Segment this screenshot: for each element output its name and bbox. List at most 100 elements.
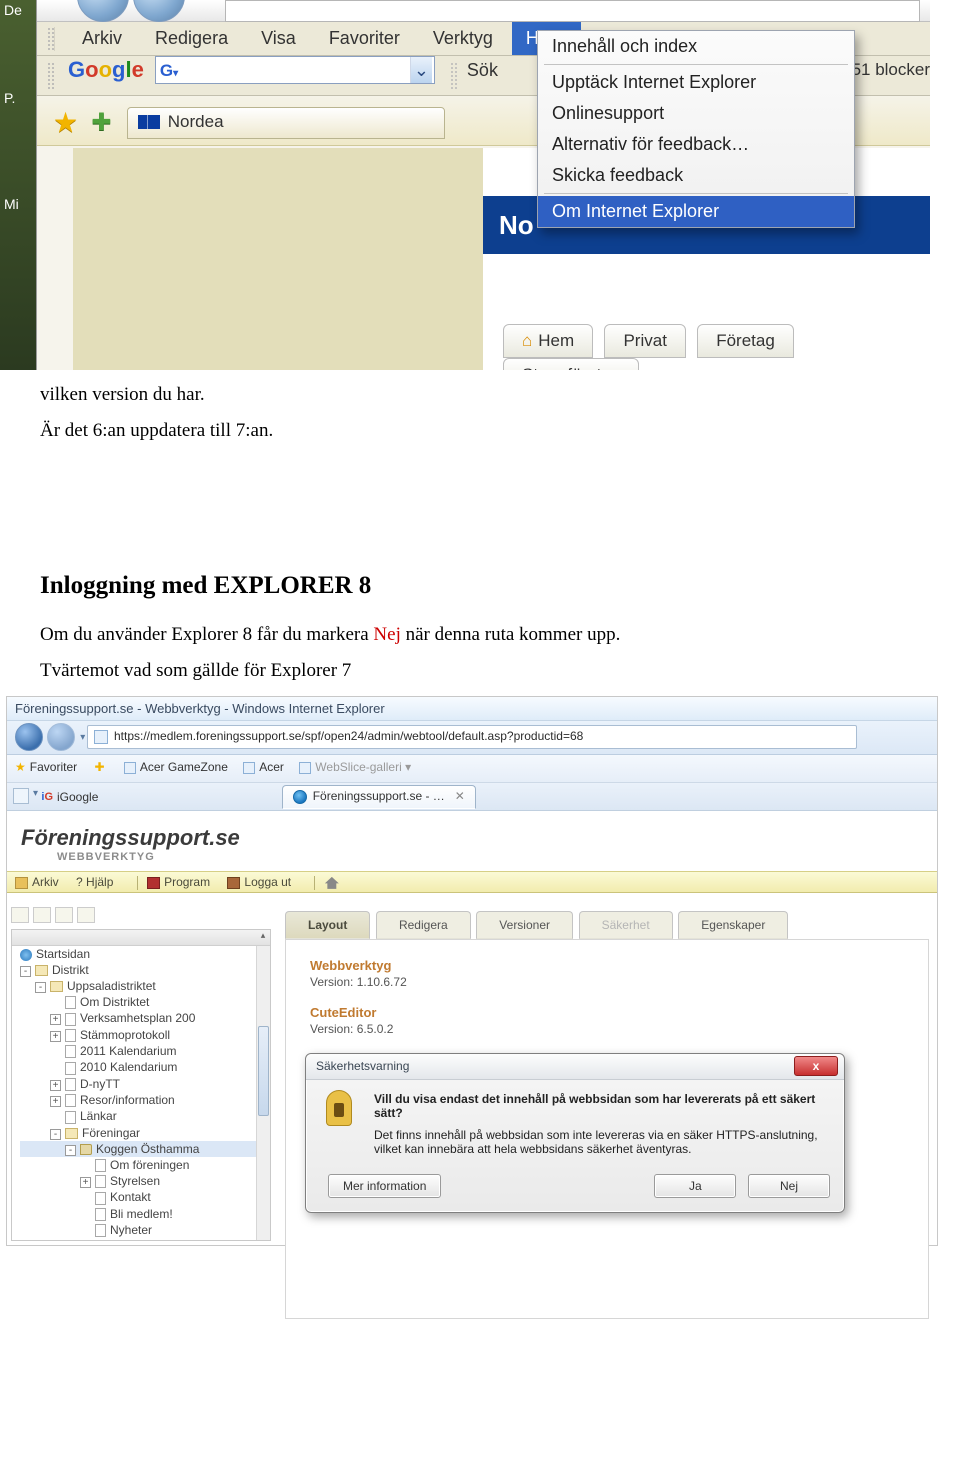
tree-item[interactable]: +D-nyTT: [20, 1076, 270, 1092]
favorites-label[interactable]: Favoriter: [30, 760, 77, 774]
chevron-down-icon[interactable]: ▾: [33, 788, 38, 799]
back-button[interactable]: [77, 0, 129, 22]
tree-item[interactable]: +Resor/information: [20, 1092, 270, 1108]
help-item-contents[interactable]: Innehåll och index: [538, 31, 854, 62]
tree-item[interactable]: +Verksamhetsplan 200: [20, 1010, 270, 1026]
address-bar[interactable]: [225, 0, 920, 22]
quick-tabs-button[interactable]: [13, 788, 29, 804]
tree-item[interactable]: 2011 Kalendarium: [20, 1043, 270, 1059]
help-item-about-ie[interactable]: Om Internet Explorer: [538, 196, 854, 227]
home-icon[interactable]: [325, 877, 339, 889]
site-tab-foretag[interactable]: Företag: [697, 324, 794, 358]
browser-tab[interactable]: Nordea: [127, 107, 445, 139]
tool-btn[interactable]: [33, 907, 51, 923]
expand-icon[interactable]: +: [50, 1096, 61, 1107]
close-tab-icon[interactable]: ✕: [455, 789, 465, 803]
menu-favoriter[interactable]: Favoriter: [315, 22, 414, 55]
body-text: Om du använder Explorer 8 får du markera…: [40, 624, 954, 646]
help-item-send-feedback[interactable]: Skicka feedback: [538, 160, 854, 191]
help-item-discover[interactable]: Upptäck Internet Explorer: [538, 67, 854, 98]
forward-button[interactable]: [133, 0, 185, 22]
tab-sakerhet[interactable]: Säkerhet: [579, 911, 673, 939]
appmenu-arkiv[interactable]: Arkiv: [15, 875, 59, 889]
tree-item[interactable]: Nyheter: [20, 1222, 270, 1238]
no-button[interactable]: Nej: [748, 1174, 830, 1198]
tree-item[interactable]: -Uppsaladistriktet: [20, 978, 270, 994]
tree-item[interactable]: -Distrikt: [20, 962, 270, 978]
tree-item[interactable]: 2010 Kalendarium: [20, 1059, 270, 1075]
active-browser-tab[interactable]: Föreningssupport.se - …✕: [282, 785, 476, 809]
favlink-acer-gamezone[interactable]: Acer GameZone: [140, 760, 228, 774]
tab-igoogle[interactable]: iGoogle: [57, 790, 98, 804]
site-tab-stora[interactable]: Stora företag: [503, 358, 639, 370]
address-bar-row: [37, 0, 930, 22]
close-button[interactable]: x: [794, 1056, 838, 1076]
tab-egenskaper[interactable]: Egenskaper: [678, 911, 788, 939]
tool-btn[interactable]: [55, 907, 73, 923]
tree-item[interactable]: Kontakt: [20, 1189, 270, 1205]
scrollbar-thumb[interactable]: [258, 1026, 269, 1116]
appmenu-hjalp[interactable]: ? Hjälp: [76, 875, 113, 889]
back-button[interactable]: [15, 723, 43, 751]
tree-item[interactable]: Om föreningen: [20, 1157, 270, 1173]
tool-btn[interactable]: [11, 907, 29, 923]
tree-item[interactable]: -Föreningar: [20, 1125, 270, 1141]
menu-arkiv[interactable]: Arkiv: [68, 22, 136, 55]
appmenu-program[interactable]: Program: [147, 875, 210, 889]
tree-root[interactable]: Startsidan: [20, 946, 270, 962]
tree-item[interactable]: -Koggen Östhamma: [20, 1141, 270, 1157]
site-tab-privat[interactable]: Privat: [604, 324, 685, 358]
chevron-down-icon[interactable]: ⌄: [410, 57, 432, 83]
tree-item[interactable]: +Styrelsen: [20, 1173, 270, 1189]
help-item-feedback-options[interactable]: Alternativ för feedback…: [538, 129, 854, 160]
tool-btn[interactable]: [77, 907, 95, 923]
favorites-star-icon[interactable]: ★: [15, 760, 26, 774]
more-info-button[interactable]: Mer information: [328, 1174, 441, 1198]
product-version: Version: 6.5.0.2: [310, 1022, 904, 1036]
tab-layout[interactable]: Layout: [285, 911, 370, 939]
expand-icon[interactable]: +: [50, 1014, 61, 1025]
site-tab-hem[interactable]: ⌂Hem: [503, 324, 593, 358]
grip-icon: [47, 62, 55, 90]
add-favorite-icon[interactable]: ✚: [91, 108, 111, 137]
tree-header: ▴: [12, 930, 270, 946]
favlink-acer[interactable]: Acer: [259, 760, 284, 774]
tree-item[interactable]: Länkar: [20, 1108, 270, 1124]
folder-icon: [65, 1128, 78, 1139]
expand-icon[interactable]: -: [65, 1145, 76, 1156]
menu-separator: [314, 876, 315, 890]
menu-verktyg[interactable]: Verktyg: [419, 22, 507, 55]
appmenu-loggaut[interactable]: Logga ut: [227, 875, 291, 889]
yes-button[interactable]: Ja: [654, 1174, 736, 1198]
favorites-star-icon[interactable]: ★: [53, 106, 78, 139]
expand-icon[interactable]: -: [20, 966, 31, 977]
menu-visa[interactable]: Visa: [247, 22, 310, 55]
tab-versioner[interactable]: Versioner: [476, 911, 573, 939]
expand-icon[interactable]: -: [50, 1129, 61, 1140]
folder-icon: [50, 981, 63, 992]
forward-button[interactable]: [47, 723, 75, 751]
collapse-up-icon[interactable]: ▴: [256, 930, 270, 944]
expand-icon[interactable]: +: [80, 1177, 91, 1188]
chevron-down-icon[interactable]: ▾: [80, 732, 85, 743]
tree-scrollbar[interactable]: [256, 946, 270, 1240]
expand-icon[interactable]: +: [50, 1031, 61, 1042]
folder-icon: [35, 965, 48, 976]
dialog-button-row: Mer information Ja Nej: [306, 1168, 844, 1212]
app-menubar: Arkiv ? Hjälp Program Logga ut: [7, 871, 937, 893]
google-search-input[interactable]: G▾ ⌄: [155, 56, 435, 84]
menu-redigera[interactable]: Redigera: [141, 22, 242, 55]
favlink-webslice[interactable]: WebSlice-galleri ▾: [315, 760, 411, 774]
tree-item[interactable]: Händelser: [20, 1238, 270, 1241]
tree-item[interactable]: +Stämmoprotokoll: [20, 1027, 270, 1043]
help-item-onlinesupport[interactable]: Onlinesupport: [538, 98, 854, 129]
desktop-icon-label: Mi: [4, 196, 19, 212]
tree-item[interactable]: Om Distriktet: [20, 994, 270, 1010]
expand-icon[interactable]: -: [35, 982, 46, 993]
addressbar-row: ▾ https://medlem.foreningssupport.se/spf…: [7, 721, 937, 755]
add-favorite-icon[interactable]: ✚: [94, 760, 104, 774]
tab-redigera[interactable]: Redigera: [376, 911, 471, 939]
expand-icon[interactable]: +: [50, 1080, 61, 1091]
address-bar[interactable]: https://medlem.foreningssupport.se/spf/o…: [87, 725, 857, 749]
tree-item[interactable]: Bli medlem!: [20, 1206, 270, 1222]
